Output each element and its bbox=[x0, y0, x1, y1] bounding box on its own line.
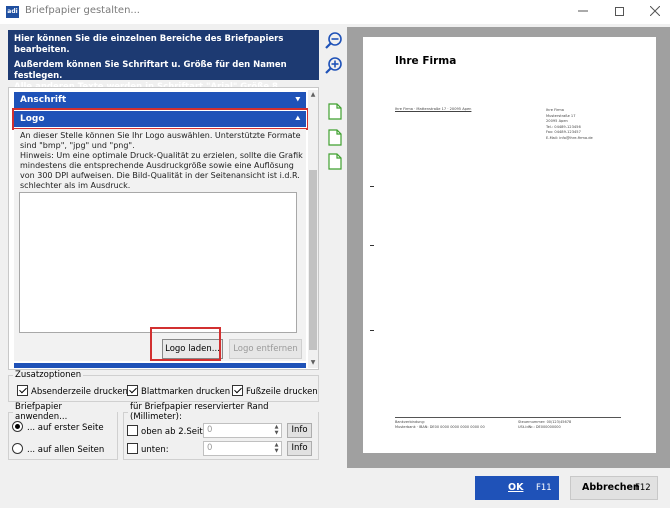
fusszeile-check-icon[interactable] bbox=[232, 385, 243, 396]
preview-company-name: Ihre Firma bbox=[395, 55, 457, 67]
remove-logo-button[interactable]: Logo entfernen bbox=[229, 339, 302, 359]
zusatzoptionen-legend: Zusatzoptionen bbox=[15, 370, 82, 380]
maximize-button[interactable] bbox=[604, 2, 634, 22]
logo-hint-text: Hinweis: Um eine optimale Druck-Qualität… bbox=[20, 151, 303, 190]
panel-scrollbar[interactable]: ▲ ▼ bbox=[308, 90, 318, 368]
ok-shortcut: F11 bbox=[536, 483, 552, 493]
absender-check-icon[interactable] bbox=[17, 385, 28, 396]
scroll-thumb[interactable] bbox=[309, 170, 317, 350]
fold-mark bbox=[370, 186, 374, 187]
scroll-up-icon[interactable]: ▲ bbox=[308, 90, 318, 100]
blattmarken-label: Blattmarken drucken bbox=[141, 387, 231, 397]
preview-sender-line: Ihre Firma · Mattenstraße 17 · 20095 Ape… bbox=[395, 107, 472, 111]
ok-button[interactable]: OK F11 bbox=[475, 476, 559, 500]
rand-oben-label: oben ab 2.Seite: bbox=[141, 427, 211, 437]
fusszeile-label: Fußzeile drucken bbox=[246, 387, 318, 397]
fusszeile-checkbox[interactable]: Fußzeile drucken bbox=[232, 385, 318, 399]
rand-unten-checkbox[interactable]: unten: bbox=[127, 443, 169, 455]
app-icon: adi bbox=[6, 6, 19, 18]
zoom-in-icon bbox=[325, 57, 342, 74]
rand-oben-value: 0 bbox=[207, 425, 213, 435]
minimize-icon bbox=[578, 10, 588, 12]
rand-unten-input[interactable]: 0 ▲ ▼ bbox=[203, 441, 282, 456]
title-bar: adi Briefpapier gestalten... bbox=[0, 0, 670, 24]
first-page-label: ... auf erster Seite bbox=[27, 423, 104, 433]
rand-oben-check-icon[interactable] bbox=[127, 425, 138, 436]
logo-formats-text: An dieser Stelle können Sie Ihr Logo aus… bbox=[20, 131, 301, 150]
minimize-button[interactable] bbox=[568, 2, 598, 22]
absender-label: Absenderzeile drucken bbox=[31, 387, 128, 397]
ok-label: OK bbox=[508, 482, 524, 493]
all-pages-radio[interactable]: ... auf allen Seiten bbox=[12, 443, 104, 456]
spinner-arrows-icon[interactable]: ▲ ▼ bbox=[272, 424, 281, 437]
next-section-strip bbox=[14, 363, 306, 368]
page-first-icon[interactable] bbox=[328, 103, 342, 120]
window-title: Briefpapier gestalten... bbox=[25, 5, 140, 16]
cancel-label: Abbrechen bbox=[582, 482, 640, 493]
all-pages-radio-icon[interactable] bbox=[12, 443, 23, 454]
anwenden-legend: Briefpapier anwenden... bbox=[15, 402, 68, 422]
rand-unten-value: 0 bbox=[207, 443, 213, 453]
preview-footer-line bbox=[395, 417, 621, 418]
info-line-1: Hier können Sie die einzelnen Bereiche d… bbox=[14, 34, 284, 55]
section-anschrift[interactable]: Anschrift ⯆ bbox=[14, 92, 306, 108]
maximize-icon bbox=[614, 7, 624, 16]
fold-mark bbox=[370, 245, 374, 246]
first-page-radio[interactable]: ... auf erster Seite bbox=[12, 421, 104, 434]
chevron-double-down-icon: ⯆ bbox=[294, 95, 301, 104]
rand-oben-checkbox[interactable]: oben ab 2.Seite: bbox=[127, 425, 211, 437]
info-line-2: Außerdem können Sie Schriftart u. Größe … bbox=[14, 60, 287, 81]
info-banner: Hier können Sie die einzelnen Bereiche d… bbox=[8, 30, 319, 103]
rand-unten-check-icon[interactable] bbox=[127, 443, 138, 454]
first-page-radio-icon[interactable] bbox=[12, 421, 23, 432]
logo-header-highlight bbox=[12, 108, 309, 130]
page-last-icon[interactable] bbox=[328, 153, 342, 170]
logo-description: An dieser Stelle können Sie Ihr Logo aus… bbox=[20, 131, 306, 191]
zoom-in-button[interactable] bbox=[324, 56, 344, 76]
close-icon bbox=[649, 5, 661, 17]
absender-checkbox[interactable]: Absenderzeile drucken bbox=[17, 385, 128, 399]
preview-address-line: E-Mail: info@ihre-firma.de bbox=[546, 135, 593, 140]
section-anschrift-label: Anschrift bbox=[20, 95, 67, 105]
logo-image-box bbox=[19, 192, 297, 333]
preview-footer-text: USt-IdNr.: DE000000000 bbox=[518, 425, 561, 429]
rand-oben-input[interactable]: 0 ▲ ▼ bbox=[203, 423, 282, 438]
rand-unten-info-button[interactable]: Info bbox=[287, 441, 312, 456]
fold-mark bbox=[370, 330, 374, 331]
preview-page: Ihre Firma Ihre Firma · Mattenstraße 17 … bbox=[363, 37, 656, 453]
preview-footer-right: Steuernummer: 00/123/45678 USt-IdNr.: DE… bbox=[518, 420, 571, 430]
page-following-icon[interactable] bbox=[328, 129, 342, 146]
close-button[interactable] bbox=[640, 2, 670, 22]
rand-oben-info-button[interactable]: Info bbox=[287, 423, 312, 438]
blattmarken-checkbox[interactable]: Blattmarken drucken bbox=[127, 385, 230, 399]
zoom-out-icon bbox=[325, 32, 342, 49]
cancel-shortcut: F12 bbox=[635, 483, 651, 493]
all-pages-label: ... auf allen Seiten bbox=[27, 445, 105, 455]
preview-footer-left: Bankverbindung: Musterbank · IBAN: DE00 … bbox=[395, 420, 485, 430]
load-button-highlight bbox=[150, 327, 221, 361]
preview-address-block: Ihre Firma Musterstraße 17 20095 Apen Te… bbox=[546, 108, 593, 141]
zoom-out-button[interactable] bbox=[324, 31, 344, 51]
preview-footer-text: Musterbank · IBAN: DE00 0000 0000 0000 0… bbox=[395, 425, 485, 429]
cancel-button[interactable]: Abbrechen F12 bbox=[570, 476, 658, 500]
rand-unten-label: unten: bbox=[141, 445, 169, 455]
spinner-arrows-icon[interactable]: ▲ ▼ bbox=[272, 442, 281, 455]
rand-legend: für Briefpapier reservierter Rand (Milli… bbox=[130, 402, 269, 422]
scroll-down-icon[interactable]: ▼ bbox=[308, 358, 318, 368]
blattmarken-check-icon[interactable] bbox=[127, 385, 138, 396]
